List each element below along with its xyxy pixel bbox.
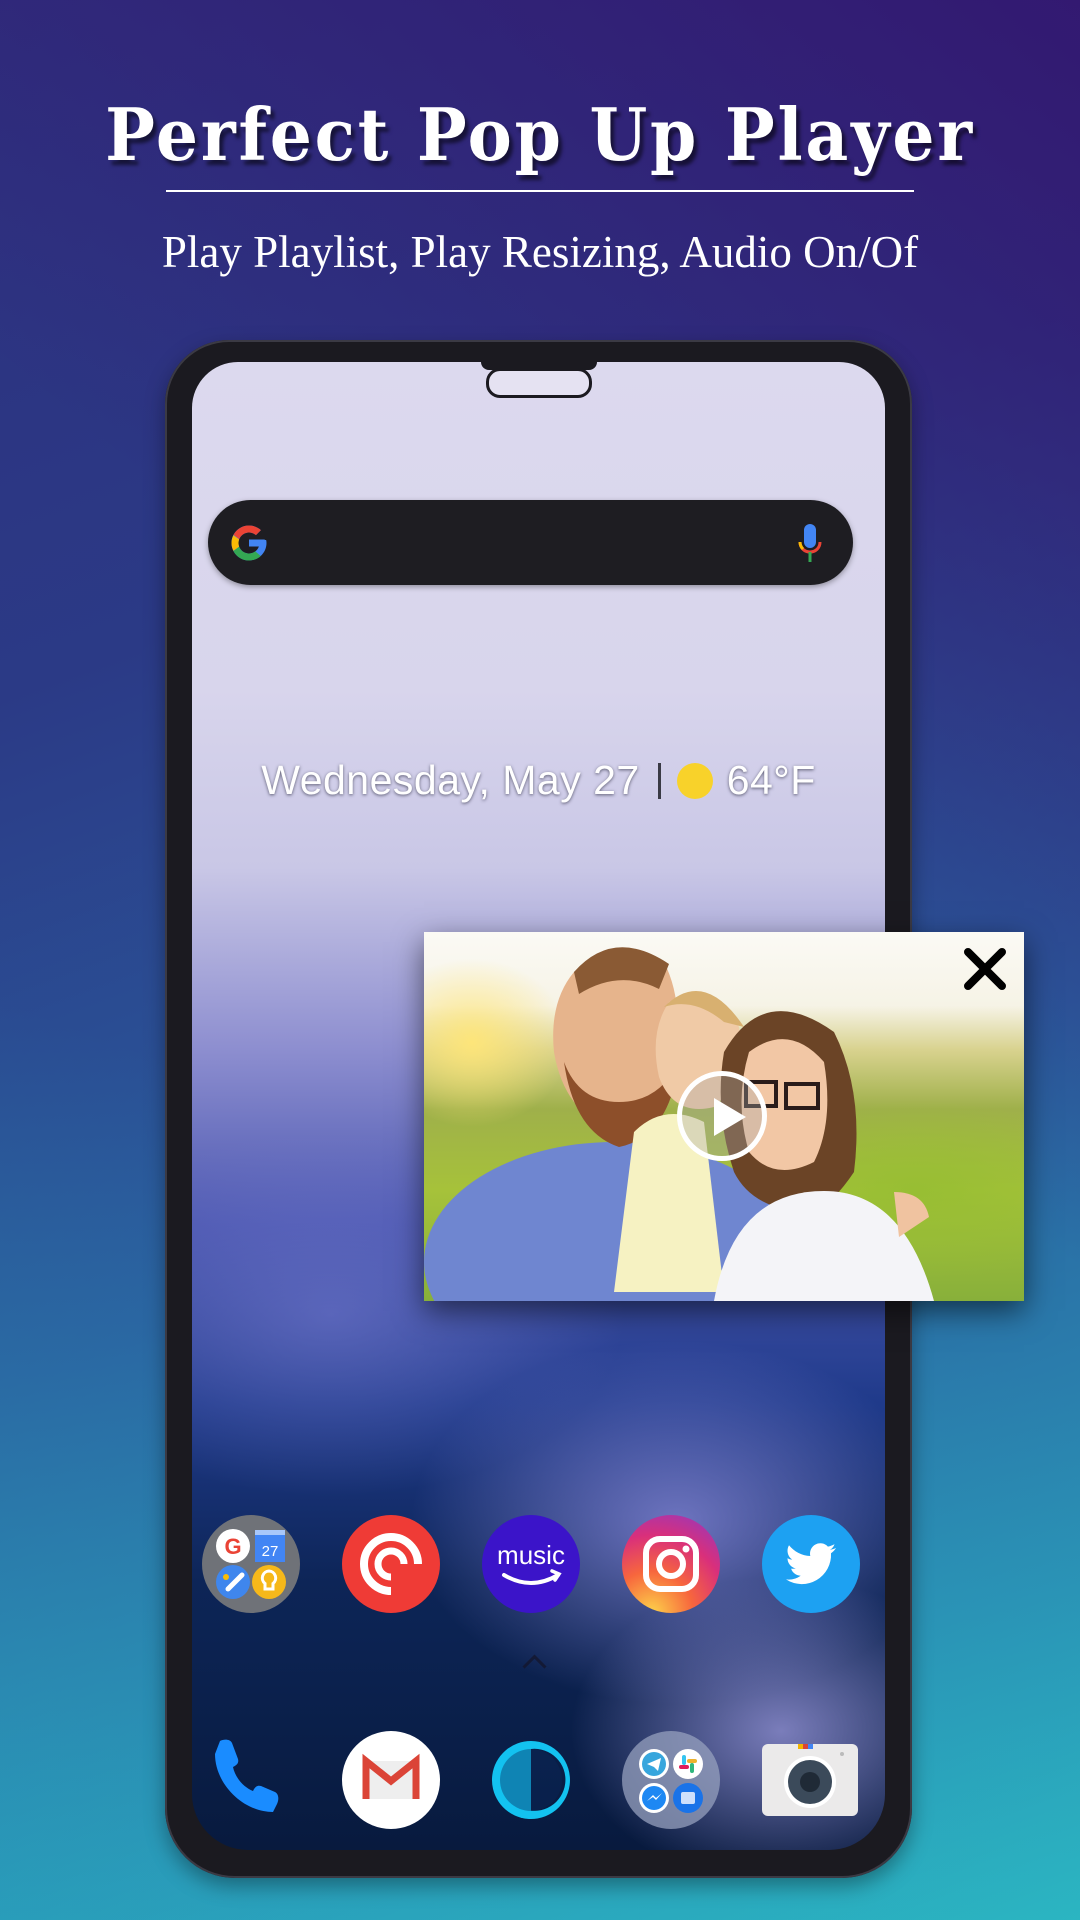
temperature-text: 64°F xyxy=(726,757,816,803)
instagram-icon[interactable] xyxy=(622,1515,720,1613)
alexa-ring-glyph xyxy=(491,1741,570,1819)
google-folder-icon[interactable]: G 27 xyxy=(202,1515,300,1613)
title-underline xyxy=(166,190,914,192)
microphone-icon[interactable] xyxy=(797,522,823,566)
google-search-bar[interactable] xyxy=(208,500,853,585)
divider xyxy=(657,763,661,799)
twitter-icon[interactable] xyxy=(762,1515,860,1613)
camera-lens-glyph xyxy=(784,1744,844,1808)
amazon-music-icon[interactable]: music xyxy=(482,1515,580,1613)
instagram-glyph xyxy=(643,1536,699,1592)
camera-icon[interactable] xyxy=(762,1744,858,1816)
phone-icon[interactable] xyxy=(202,1731,300,1829)
gmail-m-glyph xyxy=(362,1753,420,1799)
phone-handset-glyph xyxy=(215,1739,279,1812)
play-button[interactable] xyxy=(677,1071,767,1161)
twitter-bird-glyph xyxy=(786,1543,836,1585)
google-g-icon xyxy=(231,525,267,561)
messaging-folder-icon[interactable] xyxy=(622,1731,720,1829)
calendar-day: 27 xyxy=(262,1543,279,1560)
amazon-music-glyph: music xyxy=(497,1540,565,1585)
pocket-casts-icon[interactable] xyxy=(342,1515,440,1613)
svg-text:G: G xyxy=(224,1534,241,1559)
at-a-glance-widget[interactable]: Wednesday, May 27 64°F xyxy=(192,757,885,804)
promo-title: Perfect Pop Up Player xyxy=(105,92,975,177)
app-drawer-chevron-icon[interactable] xyxy=(522,1654,547,1679)
amazon-music-label: music xyxy=(497,1540,565,1570)
messaging-folder-contents xyxy=(639,1749,703,1813)
alexa-icon[interactable] xyxy=(482,1731,580,1829)
close-icon[interactable] xyxy=(960,944,1010,994)
earpiece-speaker xyxy=(485,368,592,398)
promo-subtitle: Play Playlist, Play Resizing, Audio On/O… xyxy=(161,227,919,277)
google-folder-contents: G 27 xyxy=(216,1529,286,1599)
pocket-casts-glyph xyxy=(360,1533,422,1595)
popup-video-player[interactable] xyxy=(424,932,1024,1301)
gmail-icon[interactable] xyxy=(342,1731,440,1829)
sun-icon xyxy=(676,763,713,799)
date-text: Wednesday, May 27 xyxy=(261,757,640,803)
